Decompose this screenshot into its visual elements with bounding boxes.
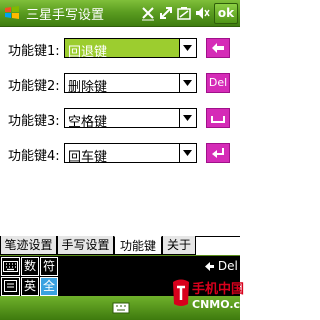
- connectivity-icon[interactable]: [158, 3, 174, 23]
- ok-button[interactable]: ok: [214, 3, 238, 24]
- tab-handwriting-settings[interactable]: 手写设置: [57, 236, 114, 255]
- chevron-down-icon[interactable]: [179, 109, 196, 127]
- function-key-2-value: 删除键: [68, 80, 108, 95]
- tab-function-keys[interactable]: 功能键: [114, 236, 162, 255]
- enter-key-button[interactable]: [206, 143, 230, 163]
- fullwidth-mode-button[interactable]: 全: [40, 277, 58, 296]
- function-key-1-label: 功能键1:: [8, 44, 60, 59]
- numeric-mode-button[interactable]: 数: [21, 257, 39, 276]
- enter-icon: [212, 148, 224, 158]
- tab-stroke-settings[interactable]: 笔迹设置: [0, 236, 57, 255]
- function-key-3-select[interactable]: 空格键: [64, 108, 197, 130]
- function-key-4-select[interactable]: 回车键: [64, 143, 197, 165]
- function-key-row-4: 功能键4: 回车键: [0, 143, 240, 165]
- function-key-2-select[interactable]: 删除键: [64, 73, 197, 95]
- function-key-4-value: 回车键: [68, 150, 108, 165]
- function-key-3-label: 功能键3:: [8, 114, 60, 129]
- function-key-row-2: 功能键2: 删除键 Del: [0, 73, 240, 95]
- delete-key-button[interactable]: Del: [206, 73, 230, 93]
- input-panel-icon[interactable]: [1, 277, 20, 296]
- function-key-row-1: 功能键1: 回退键: [0, 38, 240, 60]
- function-key-3-value: 空格键: [68, 115, 108, 130]
- space-icon: [211, 116, 225, 123]
- cnmo-logo-icon: [173, 279, 189, 306]
- volume-icon[interactable]: [194, 3, 210, 23]
- function-key-1-value: 回退键: [68, 45, 108, 60]
- delete-key-label: Del: [217, 259, 238, 273]
- tab-about[interactable]: 关于: [162, 236, 196, 255]
- sip-keyboard-icon[interactable]: [112, 300, 130, 314]
- chevron-down-icon[interactable]: [179, 39, 196, 57]
- english-mode-button[interactable]: 英: [21, 277, 39, 296]
- space-key-button[interactable]: [206, 108, 230, 128]
- backspace-arrow-icon: [212, 43, 224, 53]
- title-bar: 三星手写设置 ok: [0, 0, 240, 27]
- settings-tabs: 笔迹设置 手写设置 功能键 关于: [0, 236, 240, 256]
- backspace-key-button[interactable]: [206, 38, 230, 58]
- signal-off-icon[interactable]: [140, 3, 156, 23]
- chevron-down-icon[interactable]: [179, 144, 196, 162]
- window-title: 三星手写设置: [26, 8, 105, 23]
- function-key-1-select[interactable]: 回退键: [64, 38, 197, 60]
- function-key-row-3: 功能键3: 空格键: [0, 108, 240, 130]
- delete-key[interactable]: Del: [205, 257, 240, 276]
- function-key-2-label: 功能键2:: [8, 79, 60, 94]
- chevron-down-icon[interactable]: [179, 74, 196, 92]
- cnmo-watermark: 手机中国 CNMO.com: [170, 276, 259, 320]
- keyboard-icon[interactable]: [1, 257, 20, 276]
- function-key-4-label: 功能键4:: [8, 149, 60, 164]
- symbol-mode-button[interactable]: 符: [40, 257, 58, 276]
- battery-icon[interactable]: [176, 3, 192, 23]
- backspace-arrow-icon: [205, 262, 214, 271]
- cnmo-site: CNMO.com: [192, 298, 260, 311]
- windows-start-icon[interactable]: [3, 4, 21, 22]
- cnmo-brand: 手机中国: [192, 282, 245, 297]
